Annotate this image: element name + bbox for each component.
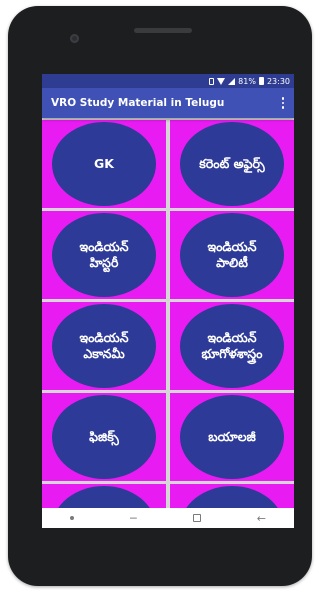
signal-icon (228, 77, 236, 85)
phone-frame: 81% 23:30 VRO Study Material in Telugu G… (8, 6, 312, 586)
device-screen: 81% 23:30 VRO Study Material in Telugu G… (42, 74, 294, 528)
tile-circle[interactable]: బయాలజీ (180, 395, 284, 479)
topic-grid: GK కరెంట్ అఫైర్స్ ఇండియన్ హిస్టరీ ఇండియన్… (42, 118, 294, 510)
tile-circle[interactable] (52, 486, 156, 510)
tile-label-line1: ఇండియన్ (207, 330, 257, 345)
nav-dot-icon (70, 516, 75, 520)
app-title: VRO Study Material in Telugu (51, 97, 225, 109)
status-bar: 81% 23:30 (42, 74, 294, 88)
more-vert-icon[interactable] (278, 93, 288, 113)
tile-circle[interactable]: కరెంట్ అఫైర్స్ (180, 122, 284, 206)
battery-percent: 81% (238, 76, 256, 86)
tile-physics[interactable]: ఫిజిక్స్ (42, 393, 166, 481)
sim-icon (209, 77, 215, 85)
tile-partial-right[interactable] (170, 484, 294, 510)
tile-partial-left[interactable] (42, 484, 166, 510)
battery-icon (258, 77, 264, 85)
recents-icon[interactable]: ─ (130, 513, 137, 524)
tile-circle[interactable]: ఫిజిక్స్ (52, 395, 156, 479)
tile-label-line1: ఇండియన్ (207, 239, 257, 254)
tile-label-line2: హిస్టరీ (89, 255, 119, 270)
tile-gk[interactable]: GK (42, 120, 166, 208)
tile-circle[interactable]: ఇండియన్ ఎకానమీ (52, 304, 156, 388)
tile-label-line1: కరెంట్ అఫైర్స్ (199, 156, 265, 171)
tile-label-line1: ఇండియన్ (79, 239, 129, 254)
navigation-bar: ─ ← (42, 508, 294, 528)
app-bar: VRO Study Material in Telugu (42, 88, 294, 118)
tile-current-affairs[interactable]: కరెంట్ అఫైర్స్ (170, 120, 294, 208)
clock: 23:30 (266, 76, 290, 86)
tile-label-line1: ఫిజిక్స్ (89, 429, 119, 444)
tile-indian-geography[interactable]: ఇండియన్ భూగోళశాస్త్రం (170, 302, 294, 390)
tile-circle[interactable]: GK (52, 122, 156, 206)
tile-label-line1: ఇండియన్ (79, 330, 129, 345)
tile-biology[interactable]: బయాలజీ (170, 393, 294, 481)
tile-circle[interactable]: ఇండియన్ హిస్టరీ (52, 213, 156, 297)
tile-label-line1: GK (94, 156, 114, 171)
tile-circle[interactable]: ఇండియన్ పాలిటీ (180, 213, 284, 297)
tile-circle[interactable]: ఇండియన్ భూగోళశాస్త్రం (180, 304, 284, 388)
tile-label-line2: పాలిటీ (216, 255, 248, 270)
tile-label-line2: ఎకానమీ (83, 346, 125, 361)
home-icon[interactable] (192, 514, 201, 522)
tile-label-line2: భూగోళశాస్త్రం (201, 346, 263, 361)
front-camera-icon (70, 34, 79, 43)
back-icon[interactable]: ← (257, 513, 266, 524)
tile-indian-polity[interactable]: ఇండియన్ పాలిటీ (170, 211, 294, 299)
tile-indian-economy[interactable]: ఇండియన్ ఎకానమీ (42, 302, 166, 390)
tile-indian-history[interactable]: ఇండియన్ హిస్టరీ (42, 211, 166, 299)
tile-label-line1: బయాలజీ (208, 429, 256, 444)
wifi-icon (217, 77, 226, 85)
speaker-grille (134, 28, 192, 33)
tile-circle[interactable] (180, 486, 284, 510)
